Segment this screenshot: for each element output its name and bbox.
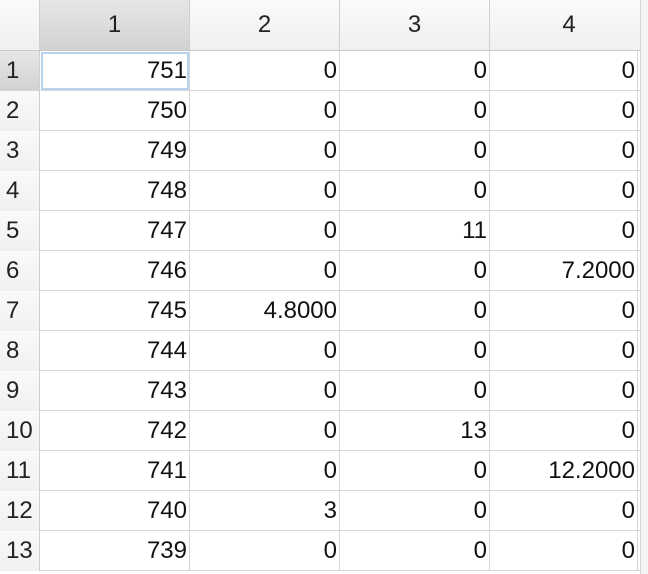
row-header-11[interactable]: 11 [0,451,40,491]
cell-r4-c4[interactable]: 0 [490,171,638,211]
cell-r10-c3[interactable]: 13 [340,411,490,451]
row-header-8[interactable]: 8 [0,331,40,371]
table-row: 13 739 0 0 0 [0,531,648,571]
cell-r2-c3[interactable]: 0 [340,91,490,131]
cell-r13-c3[interactable]: 0 [340,531,490,571]
cell-r2-c2[interactable]: 0 [190,91,340,131]
cell-r9-c1[interactable]: 743 [40,371,190,411]
table-row: 9 743 0 0 0 [0,371,648,411]
cell-r7-c1[interactable]: 745 [40,291,190,331]
row-header-6[interactable]: 6 [0,251,40,291]
select-all-corner[interactable] [0,0,40,50]
cell-r3-c4[interactable]: 0 [490,131,638,171]
table-row: 5 747 0 11 0 [0,211,648,251]
row-header-7[interactable]: 7 [0,291,40,331]
column-header-4[interactable]: 4 [490,0,648,50]
cell-r12-c2[interactable]: 3 [190,491,340,531]
row-header-5[interactable]: 5 [0,211,40,251]
cell-r6-c4[interactable]: 7.2000 [490,251,638,291]
cell-r11-c2[interactable]: 0 [190,451,340,491]
cell-r13-c2[interactable]: 0 [190,531,340,571]
cell-r1-c3[interactable]: 0 [340,51,490,91]
table-body: 1 751 0 0 0 2 750 0 0 0 3 749 0 0 0 4 748 0 0 0 5 747 0 11 0 6 746… [0,51,648,571]
row-header-4[interactable]: 4 [0,171,40,211]
cell-r10-c4[interactable]: 0 [490,411,638,451]
cell-r11-c1[interactable]: 741 [40,451,190,491]
cell-r6-c2[interactable]: 0 [190,251,340,291]
column-header-2[interactable]: 2 [190,0,340,50]
table-row: 2 750 0 0 0 [0,91,648,131]
cell-r7-c2[interactable]: 4.8000 [190,291,340,331]
table-row: 1 751 0 0 0 [0,51,648,91]
cell-r7-c4[interactable]: 0 [490,291,638,331]
column-header-1[interactable]: 1 [40,0,190,50]
table-row: 8 744 0 0 0 [0,331,648,371]
cell-r5-c1[interactable]: 747 [40,211,190,251]
cell-r2-c4[interactable]: 0 [490,91,638,131]
cell-r12-c1[interactable]: 740 [40,491,190,531]
table-row: 3 749 0 0 0 [0,131,648,171]
column-header-row: 1 2 3 4 [0,0,648,51]
row-header-1[interactable]: 1 [0,51,40,91]
cell-r13-c4[interactable]: 0 [490,531,638,571]
row-header-10[interactable]: 10 [0,411,40,451]
cell-r5-c2[interactable]: 0 [190,211,340,251]
table-row: 11 741 0 0 12.2000 [0,451,648,491]
cell-r12-c4[interactable]: 0 [490,491,638,531]
table-row: 12 740 3 0 0 [0,491,648,531]
cell-r1-c4[interactable]: 0 [490,51,638,91]
cell-r8-c3[interactable]: 0 [340,331,490,371]
cell-r9-c3[interactable]: 0 [340,371,490,411]
cell-r5-c3[interactable]: 11 [340,211,490,251]
cell-r9-c4[interactable]: 0 [490,371,638,411]
table-row: 7 745 4.8000 0 0 [0,291,648,331]
column-header-3[interactable]: 3 [340,0,490,50]
cell-r9-c2[interactable]: 0 [190,371,340,411]
cell-r8-c4[interactable]: 0 [490,331,638,371]
cell-r8-c2[interactable]: 0 [190,331,340,371]
row-header-3[interactable]: 3 [0,131,40,171]
cell-r6-c1[interactable]: 746 [40,251,190,291]
cell-r13-c1[interactable]: 739 [40,531,190,571]
row-header-2[interactable]: 2 [0,91,40,131]
row-header-9[interactable]: 9 [0,371,40,411]
cell-r8-c1[interactable]: 744 [40,331,190,371]
cell-r1-c1[interactable]: 751 [40,51,190,91]
cell-r12-c3[interactable]: 0 [340,491,490,531]
cell-r5-c4[interactable]: 0 [490,211,638,251]
cell-r2-c1[interactable]: 750 [40,91,190,131]
variable-editor-grid: 1 2 3 4 1 751 0 0 0 2 750 0 0 0 3 749 0 0 0 4 748 0 0 0 5 747… [0,0,648,574]
row-header-12[interactable]: 12 [0,491,40,531]
cell-r4-c3[interactable]: 0 [340,171,490,211]
cell-r3-c2[interactable]: 0 [190,131,340,171]
table-row: 10 742 0 13 0 [0,411,648,451]
cell-r3-c1[interactable]: 749 [40,131,190,171]
cell-r7-c3[interactable]: 0 [340,291,490,331]
cell-r6-c3[interactable]: 0 [340,251,490,291]
cell-r11-c4[interactable]: 12.2000 [490,451,638,491]
cell-r10-c2[interactable]: 0 [190,411,340,451]
cell-r4-c1[interactable]: 748 [40,171,190,211]
cell-r11-c3[interactable]: 0 [340,451,490,491]
table-row: 6 746 0 0 7.2000 [0,251,648,291]
cell-r3-c3[interactable]: 0 [340,131,490,171]
vertical-scrollbar[interactable] [640,0,648,574]
table-row: 4 748 0 0 0 [0,171,648,211]
row-header-13[interactable]: 13 [0,531,40,571]
cell-r10-c1[interactable]: 742 [40,411,190,451]
cell-r1-c2[interactable]: 0 [190,51,340,91]
cell-r4-c2[interactable]: 0 [190,171,340,211]
